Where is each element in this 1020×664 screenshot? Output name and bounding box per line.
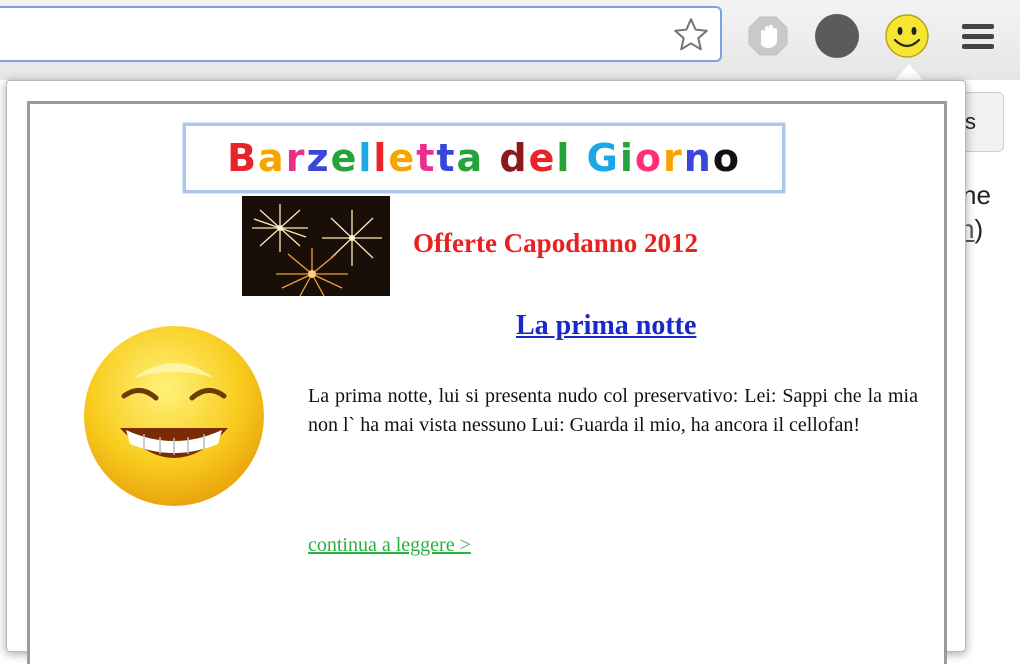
banner-letter: t <box>416 136 437 180</box>
banner-letter <box>571 136 586 180</box>
banner-letter: l <box>556 136 572 180</box>
background-page-text: ne <box>962 180 991 210</box>
banner-letter: r <box>663 136 684 180</box>
popup-frame: Barzelletta del Giorno Offerte Capodanno… <box>27 101 947 664</box>
extension-popup: Barzelletta del Giorno Offerte Capodanno… <box>6 80 966 664</box>
banner-barzelletta-del-giorno: Barzelletta del Giorno <box>183 123 785 193</box>
offer-link[interactable]: Offerte Capodanno 2012 <box>413 228 698 259</box>
fireworks-image[interactable] <box>242 196 390 297</box>
banner-letter: a <box>258 136 286 180</box>
popup-arrow <box>895 64 923 80</box>
background-page-paren: ) <box>974 214 984 244</box>
browser-toolbar <box>0 0 1020 81</box>
banner-letter: l <box>373 136 389 180</box>
banner-letter <box>484 136 499 180</box>
smiley-extension-icon[interactable] <box>884 13 930 59</box>
banner-letter: e <box>528 136 557 180</box>
star-icon[interactable] <box>670 14 712 56</box>
gray-circle-icon[interactable] <box>814 13 860 59</box>
banner-letter: l <box>358 136 374 180</box>
banner-letter: i <box>619 136 635 180</box>
banner-letter: e <box>388 136 417 180</box>
banner-letter: r <box>285 136 307 180</box>
stop-hand-icon[interactable] <box>745 13 791 59</box>
banner-letter: B <box>227 136 259 180</box>
banner-letter: o <box>634 136 664 180</box>
banner-letter: n <box>683 136 713 180</box>
joke-text: La prima notte, lui si presenta nudo col… <box>308 385 918 436</box>
joke-title-link[interactable]: La prima notte <box>516 310 696 342</box>
banner-letter: t <box>436 136 457 180</box>
hamburger-menu-icon[interactable] <box>955 13 1001 59</box>
banner-title: Barzelletta del Giorno <box>227 136 741 180</box>
address-bar[interactable] <box>0 6 722 62</box>
banner-letter: o <box>712 136 741 180</box>
banner-letter: G <box>586 136 620 180</box>
banner-letter: z <box>306 136 331 180</box>
banner-letter: e <box>330 136 359 180</box>
banner-letter: a <box>456 136 485 180</box>
banner-letter: d <box>499 136 529 180</box>
read-more-link[interactable]: continua a leggere > <box>308 534 471 557</box>
laughing-smiley-image <box>74 316 274 516</box>
